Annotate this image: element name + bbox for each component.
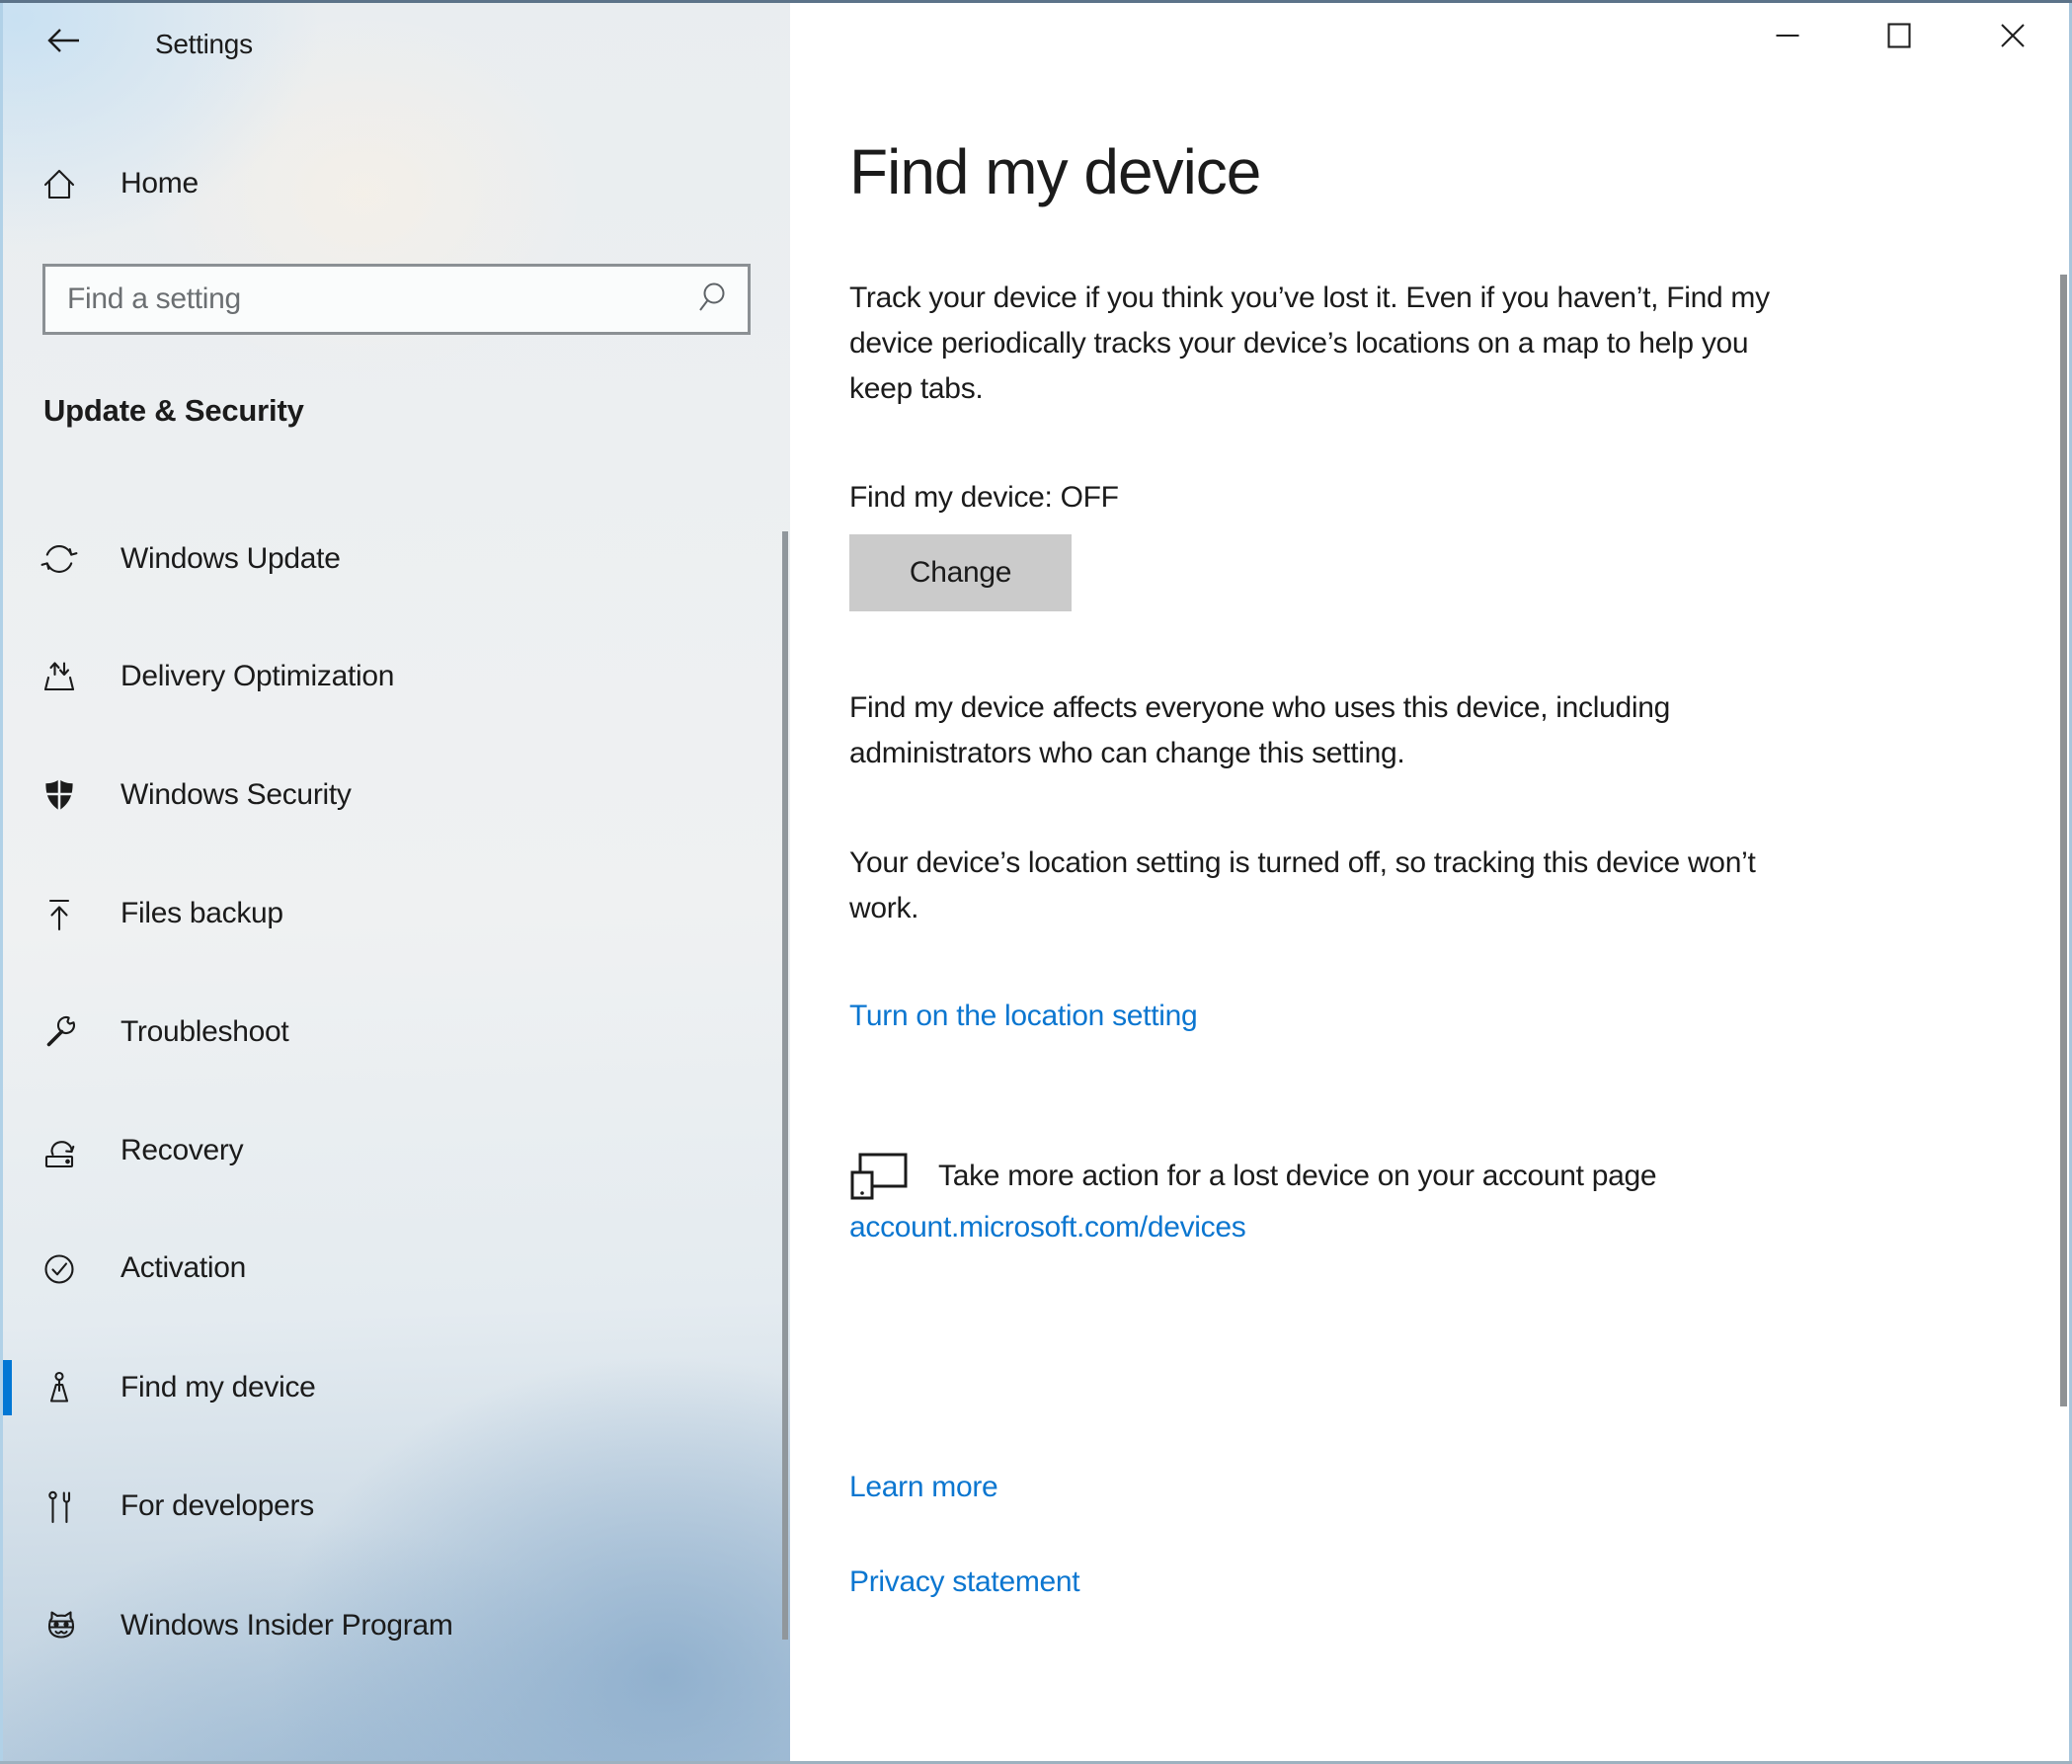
back-arrow-icon bbox=[44, 24, 82, 62]
sidebar-item-windows-update[interactable]: Windows Update bbox=[0, 529, 784, 589]
privacy-statement-link[interactable]: Privacy statement bbox=[849, 1561, 1079, 1604]
turn-on-location-link[interactable]: Turn on the location setting bbox=[849, 995, 1197, 1038]
sidebar-item-label: Files backup bbox=[120, 897, 283, 930]
window-border-left bbox=[0, 3, 3, 1761]
change-button[interactable]: Change bbox=[849, 534, 1072, 611]
app-title: Settings bbox=[155, 28, 253, 61]
sidebar-item-windows-security[interactable]: Windows Security bbox=[0, 765, 784, 825]
learn-more-link[interactable]: Learn more bbox=[849, 1466, 997, 1509]
sidebar-item-delivery-optimization[interactable]: Delivery Optimization bbox=[0, 647, 784, 706]
sidebar-item-label: For developers bbox=[120, 1489, 314, 1523]
delivery-optimization-icon bbox=[40, 657, 79, 696]
lost-device-row: Take more action for a lost device on yo… bbox=[849, 1146, 1656, 1207]
windows-security-icon bbox=[40, 775, 79, 815]
page-title: Find my device bbox=[849, 138, 1260, 205]
selected-item-accent-bar bbox=[2, 1360, 12, 1415]
sidebar-item-label: Find my device bbox=[120, 1371, 316, 1404]
affects-paragraph: Find my device affects everyone who uses… bbox=[849, 685, 1670, 776]
search-input[interactable] bbox=[45, 282, 690, 316]
close-icon bbox=[2000, 23, 2026, 53]
sidebar-item-for-developers[interactable]: For developers bbox=[0, 1477, 784, 1536]
maximize-button[interactable] bbox=[1867, 8, 1932, 67]
sidebar-item-files-backup[interactable]: Files backup bbox=[0, 884, 784, 943]
sidebar-item-find-my-device[interactable]: Find my device bbox=[0, 1358, 784, 1417]
main-scrollbar[interactable] bbox=[2060, 275, 2067, 1406]
sidebar-item-label: Recovery bbox=[120, 1134, 243, 1167]
troubleshoot-icon bbox=[40, 1012, 79, 1052]
account-devices-link[interactable]: account.microsoft.com/devices bbox=[849, 1206, 1245, 1249]
sidebar-item-windows-insider-program[interactable]: Windows Insider Program bbox=[0, 1596, 784, 1655]
sidebar-item-home[interactable]: Home bbox=[40, 158, 199, 209]
status-label: Find my device: OFF bbox=[849, 475, 1119, 521]
recovery-icon bbox=[40, 1131, 79, 1170]
activation-icon bbox=[40, 1248, 79, 1288]
sidebar-item-label: Home bbox=[120, 167, 199, 200]
devices-icon bbox=[849, 1150, 913, 1203]
window-border-top bbox=[0, 0, 2072, 3]
for-developers-icon bbox=[40, 1486, 79, 1526]
close-button[interactable] bbox=[1980, 8, 2045, 67]
intro-paragraph: Track your device if you think you’ve lo… bbox=[849, 276, 1770, 412]
sidebar-item-troubleshoot[interactable]: Troubleshoot bbox=[0, 1002, 784, 1062]
location-off-paragraph: Your device’s location setting is turned… bbox=[849, 841, 1755, 931]
sidebar-item-label: Windows Insider Program bbox=[120, 1609, 453, 1643]
search-icon[interactable] bbox=[690, 280, 734, 319]
find-my-device-icon bbox=[40, 1368, 79, 1407]
back-button[interactable] bbox=[38, 22, 89, 63]
minimize-icon bbox=[1775, 23, 1800, 53]
sidebar-item-label: Windows Security bbox=[120, 778, 352, 812]
sidebar-item-label: Troubleshoot bbox=[120, 1015, 288, 1049]
sidebar-scrollbar[interactable] bbox=[782, 531, 788, 1640]
sidebar-item-label: Activation bbox=[120, 1251, 246, 1285]
files-backup-icon bbox=[40, 894, 79, 933]
sidebar-item-label: Windows Update bbox=[120, 542, 341, 576]
windows-insider-icon bbox=[40, 1606, 79, 1645]
windows-update-icon bbox=[40, 539, 79, 579]
minimize-button[interactable] bbox=[1755, 8, 1820, 67]
sidebar-item-recovery[interactable]: Recovery bbox=[0, 1121, 784, 1180]
sidebar-item-label: Delivery Optimization bbox=[120, 660, 394, 693]
maximize-icon bbox=[1886, 23, 1912, 53]
home-icon bbox=[40, 164, 79, 203]
settings-window: Settings Home Update & Security bbox=[0, 0, 2072, 1764]
lost-device-text: Take more action for a lost device on yo… bbox=[938, 1154, 1656, 1199]
section-heading: Update & Security bbox=[43, 393, 304, 429]
sidebar-item-activation[interactable]: Activation bbox=[0, 1239, 784, 1298]
search-box bbox=[42, 264, 751, 335]
